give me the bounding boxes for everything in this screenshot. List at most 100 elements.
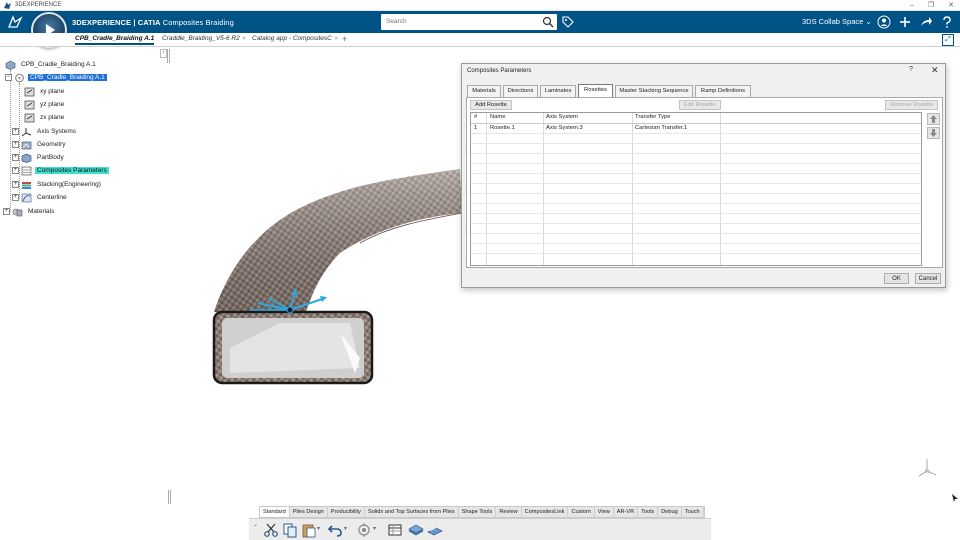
move-up-button[interactable] [927, 113, 940, 125]
edit-rosette-button[interactable]: Edit Rosette [679, 100, 721, 110]
tree-label-axis-systems: Axis Systems [37, 128, 77, 135]
tab-cpb-cradle-braiding[interactable]: CPB_Cradle_Braiding A.1 [75, 35, 155, 45]
expand-icon[interactable]: + [12, 141, 19, 148]
table-icon[interactable] [387, 522, 403, 538]
close-tab-icon[interactable]: ✕ [242, 36, 247, 42]
column-header-name: Name [490, 114, 506, 120]
app-name: Composites Braiding [162, 17, 234, 27]
cut-icon[interactable] [263, 522, 279, 538]
table-cell-name[interactable]: Rosette.1 [490, 125, 515, 131]
undo-options-icon[interactable]: ▾ [344, 525, 350, 540]
paste-icon[interactable] [301, 522, 317, 538]
tab-solids-top-surfaces[interactable]: Solids and Top Surfaces from Plies [365, 507, 459, 517]
tab-view[interactable]: View [595, 507, 614, 517]
tree-item-yz-plane[interactable]: yz plane [24, 99, 66, 110]
collapse-icon[interactable]: − [5, 74, 12, 81]
snap-icon[interactable] [356, 522, 372, 538]
table-cell-number[interactable]: 1 [474, 125, 477, 131]
app-title: 3DEXPERIENCE | CATIA Composites Braiding [72, 18, 234, 27]
table-cell-axis-system[interactable]: Axis System.3 [546, 125, 583, 131]
expand-icon[interactable]: + [12, 167, 19, 174]
user-icon[interactable] [877, 15, 891, 29]
copy-icon[interactable] [282, 522, 298, 538]
row-divider [471, 193, 921, 194]
help-icon[interactable] [940, 15, 954, 29]
row-divider [471, 153, 921, 154]
tree-label-yz-plane: yz plane [40, 101, 65, 108]
row-divider [471, 143, 921, 144]
tree-item-materials[interactable]: + Materials [3, 206, 56, 217]
collab-space-selector[interactable]: 3DS Collab Space ⌄ [802, 17, 872, 26]
expand-icon[interactable]: + [3, 208, 10, 215]
tab-laminates[interactable]: Laminates [540, 85, 576, 97]
undo-icon[interactable] [327, 522, 343, 538]
search-input[interactable] [381, 14, 557, 30]
tab-materials[interactable]: Materials [467, 85, 501, 97]
ok-button[interactable]: OK [884, 273, 909, 284]
tree-item-geometry[interactable]: + Geometry [12, 139, 68, 150]
ds-logo-icon[interactable] [0, 11, 30, 33]
expand-icon[interactable]: + [12, 194, 19, 201]
app-header: 3DEXPERIENCE | CATIA Composites Braiding… [0, 11, 960, 33]
tab-producibility[interactable]: Producibility [328, 507, 365, 517]
snap-options-icon[interactable]: ▾ [373, 525, 379, 540]
dialog-help-button[interactable]: ? [909, 66, 913, 73]
close-tab-icon[interactable]: ✕ [334, 36, 339, 42]
restore-button[interactable]: ❐ [928, 0, 934, 11]
tab-catalog-app[interactable]: Catalog app - CompositesC ✕ [252, 35, 338, 42]
tree-label-geometry: Geometry [37, 141, 66, 148]
move-down-button[interactable] [927, 127, 940, 139]
tab-craddle-braiding[interactable]: Craddle_Braiding_V5-6 R2 ✕ [162, 35, 246, 42]
tab-standard[interactable]: Standard [260, 507, 290, 517]
tree-item-partbody[interactable]: + PartBody [12, 152, 66, 163]
os-title-bar: 3DEXPERIENCE – ❐ ✕ [0, 0, 960, 11]
cancel-button[interactable]: Cancel [915, 273, 941, 284]
stacking-icon [21, 180, 32, 190]
tab-debug[interactable]: Debug [658, 507, 682, 517]
tree-item-composites-parameters[interactable]: + Composites Parameters [12, 165, 109, 176]
paste-options-icon[interactable]: ▾ [317, 525, 323, 540]
minimize-button[interactable]: – [910, 0, 914, 11]
maximize-viewer-icon[interactable]: ⤢ [942, 34, 954, 46]
plane-icon [24, 87, 35, 97]
tag-icon[interactable] [561, 15, 575, 29]
close-window-button[interactable]: ✕ [948, 0, 954, 11]
tree-root[interactable]: CPB_Cradle_Braiding A.1 [5, 59, 98, 70]
tree-product[interactable]: − CPB_Cradle_Braiding A.1 [5, 72, 107, 83]
layer-stack-icon[interactable] [408, 522, 424, 538]
tab-shape-tools[interactable]: Shape Tools [459, 507, 497, 517]
expand-icon[interactable]: + [12, 154, 19, 161]
add-rosette-button[interactable]: Add Rosette [470, 100, 512, 110]
tab-compositeslink[interactable]: CompositesLink [522, 507, 569, 517]
tree-item-xy-plane[interactable]: xy plane [24, 86, 66, 97]
tab-plies-design[interactable]: Plies Design [290, 507, 328, 517]
expand-icon[interactable]: + [12, 181, 19, 188]
tab-ar-vr[interactable]: AR-VR [614, 507, 639, 517]
tab-master-stacking-sequence[interactable]: Master Stacking Sequence [615, 85, 693, 97]
search-icon[interactable] [542, 16, 554, 28]
view-axis-icon[interactable] [915, 455, 939, 479]
dialog-close-button[interactable]: ✕ [931, 65, 939, 76]
tree-item-axis-systems[interactable]: + Axis Systems [12, 126, 78, 137]
tree-item-stacking[interactable]: + Stacking(Engineering) [12, 179, 103, 190]
tab-tools[interactable]: Tools [638, 507, 659, 517]
share-icon[interactable] [919, 15, 933, 29]
tab-review[interactable]: Review [496, 507, 522, 517]
tab-rosettes[interactable]: Rosettes [578, 84, 613, 97]
collapse-tree-icon[interactable]: ‹ [160, 49, 167, 58]
splitter-handle[interactable] [168, 490, 171, 504]
tree-item-centerline[interactable]: + Centerline [12, 192, 69, 203]
table-cell-transfer-type[interactable]: Cartesian Transfer.1 [635, 125, 687, 131]
plus-icon[interactable] [898, 15, 912, 29]
remove-rosette-button[interactable]: Remove Rosette [885, 100, 939, 110]
tab-ramp-definitions[interactable]: Ramp Definitions [695, 85, 751, 97]
tab-custom[interactable]: Custom [568, 507, 595, 517]
expand-icon[interactable]: + [12, 128, 19, 135]
chevron-down-icon[interactable]: ⌄ [253, 521, 258, 528]
tab-directions[interactable]: Directions [503, 85, 538, 97]
ply-icon[interactable] [427, 522, 443, 538]
new-tab-icon[interactable]: + [342, 34, 347, 44]
tree-item-zx-plane[interactable]: zx plane [24, 112, 66, 123]
header-divider [471, 123, 921, 124]
tab-touch[interactable]: Touch [682, 507, 704, 517]
